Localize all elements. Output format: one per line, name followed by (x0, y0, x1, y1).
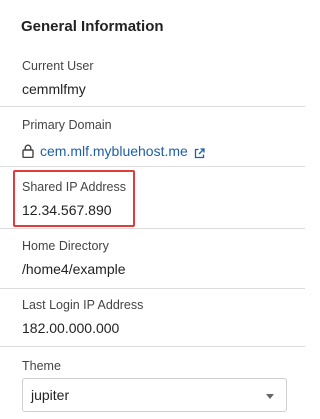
current-user-value: cemmlfmy (22, 81, 86, 97)
primary-domain-value: cem.mlf.mybluehost.me (40, 143, 188, 159)
lock-icon (22, 144, 34, 159)
last-login-ip-label: Last Login IP Address (22, 298, 144, 312)
theme-selected-value: jupiter (31, 387, 70, 403)
chevron-down-icon (266, 394, 274, 399)
external-link-icon (194, 146, 205, 158)
primary-domain-label: Primary Domain (22, 118, 112, 132)
primary-domain-link[interactable]: cem.mlf.mybluehost.me (22, 143, 205, 159)
home-directory-value: /home4/example (22, 261, 126, 277)
general-information-panel: General Information Current User cemmlfm… (0, 0, 305, 419)
last-login-ip-row: Last Login IP Address 182.00.000.000 (0, 289, 305, 347)
home-directory-label: Home Directory (22, 239, 109, 253)
current-user-label: Current User (22, 59, 94, 73)
last-login-ip-value: 182.00.000.000 (22, 320, 120, 336)
theme-label: Theme (22, 359, 61, 373)
theme-select[interactable]: jupiter (22, 378, 287, 412)
home-directory-row: Home Directory /home4/example (0, 229, 305, 289)
current-user-row: Current User cemmlfmy (0, 0, 305, 107)
highlight-box (13, 170, 135, 227)
